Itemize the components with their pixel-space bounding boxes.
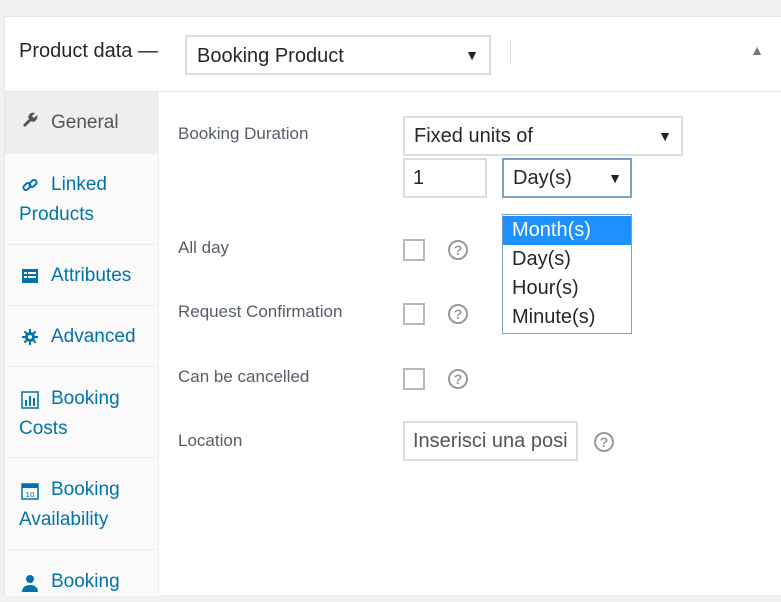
- can-be-cancelled-label: Can be cancelled: [178, 367, 310, 386]
- location-input[interactable]: Inserisci una posi: [403, 421, 578, 461]
- request-confirmation-label: Request Confirmation: [178, 302, 343, 321]
- tab-advanced[interactable]: Advanced: [5, 306, 158, 367]
- wrench-icon: [21, 109, 39, 127]
- collapse-up-icon[interactable]: ▲: [750, 42, 764, 58]
- gear-icon: [21, 326, 39, 345]
- tab-booking-costs[interactable]: Booking Costs: [5, 367, 158, 458]
- header-divider: [510, 39, 511, 63]
- product-data-panel: Product data — Booking Product ▼ ▲ Gener…: [4, 16, 781, 596]
- help-icon[interactable]: ?: [448, 240, 468, 260]
- list-icon: [21, 265, 39, 283]
- svg-text:10: 10: [26, 491, 35, 499]
- panel-title: Product data —: [19, 40, 158, 62]
- product-type-select[interactable]: Booking Product ▼: [185, 35, 491, 75]
- help-icon[interactable]: ?: [448, 304, 468, 324]
- product-type-value: Booking Product: [197, 45, 344, 67]
- tab-linked-products[interactable]: Linked Products: [5, 154, 158, 245]
- person-icon: [21, 572, 39, 592]
- tab-general[interactable]: General: [5, 92, 158, 154]
- tab-booking-availability-label-1: Booking: [51, 479, 120, 500]
- tab-booking-costs-label-2: Costs: [19, 418, 68, 439]
- request-confirmation-checkbox[interactable]: [403, 303, 425, 325]
- tab-linked-label-1: Linked: [51, 174, 107, 195]
- link-icon: [21, 174, 39, 192]
- tab-booking-persons-label: Booking: [51, 571, 120, 592]
- tab-attributes-label: Attributes: [51, 265, 132, 286]
- chart-icon: [21, 389, 39, 409]
- tab-linked-label-2: Products: [19, 204, 94, 225]
- location-placeholder: Inserisci una posi: [413, 430, 568, 452]
- booking-duration-unit-select[interactable]: Day(s) ▼: [502, 158, 632, 198]
- product-data-tabs: General Linked Products Attributes Advan…: [5, 92, 159, 596]
- booking-duration-units-input[interactable]: 1: [403, 158, 487, 198]
- all-day-label: All day: [178, 238, 230, 257]
- unit-dropdown-list: Month(s) Day(s) Hour(s) Minute(s): [502, 214, 632, 334]
- booking-duration-type-value: Fixed units of: [414, 125, 533, 147]
- panel-header: Product data — Booking Product ▼ ▲: [5, 17, 781, 92]
- chevron-down-icon: ▼: [658, 128, 672, 144]
- booking-duration-type-select[interactable]: Fixed units of ▼: [403, 116, 683, 156]
- tab-general-label: General: [51, 112, 119, 133]
- all-day-checkbox[interactable]: [403, 239, 425, 261]
- chevron-down-icon: ▼: [465, 47, 479, 63]
- booking-duration-unit-value: Day(s): [513, 167, 572, 189]
- booking-duration-units-value: 1: [413, 167, 425, 189]
- can-be-cancelled-checkbox[interactable]: [403, 368, 425, 390]
- option-month[interactable]: Month(s): [503, 216, 631, 245]
- tab-booking-availability[interactable]: 10 Booking Availability: [5, 458, 158, 550]
- option-day[interactable]: Day(s): [503, 245, 631, 274]
- booking-duration-label: Booking Duration: [178, 124, 309, 143]
- option-minute[interactable]: Minute(s): [503, 303, 631, 332]
- tab-booking-persons[interactable]: Booking: [5, 550, 158, 596]
- calendar-icon: 10: [21, 480, 39, 500]
- tab-attributes[interactable]: Attributes: [5, 245, 158, 306]
- tab-booking-availability-label-2: Availability: [19, 509, 109, 530]
- tab-advanced-label: Advanced: [51, 326, 136, 347]
- help-icon[interactable]: ?: [448, 369, 468, 389]
- chevron-down-icon: ▼: [608, 170, 622, 186]
- help-icon[interactable]: ?: [594, 432, 614, 452]
- option-hour[interactable]: Hour(s): [503, 274, 631, 303]
- tab-booking-costs-label-1: Booking: [51, 388, 120, 409]
- location-label: Location: [178, 431, 243, 450]
